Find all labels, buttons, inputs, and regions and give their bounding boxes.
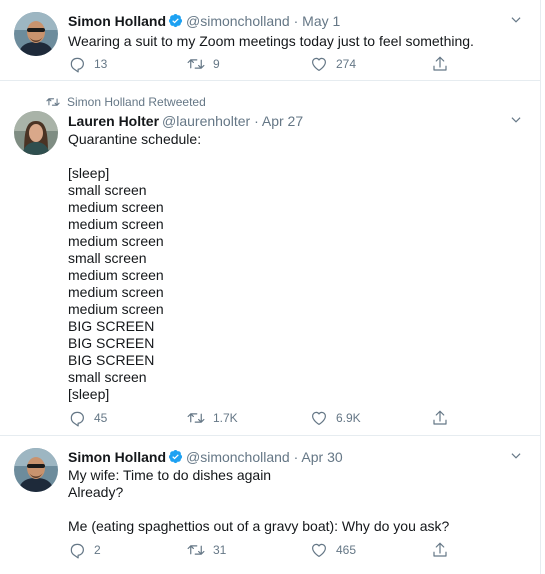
like-count: 6.9K [336, 411, 361, 425]
verified-badge-icon [168, 449, 183, 464]
tweet-actions: 45 1.7K 6.9K [68, 409, 468, 429]
chevron-down-icon[interactable] [509, 449, 523, 463]
tweet-actions: 13 9 274 [68, 55, 468, 75]
author-handle[interactable]: @laurenholter [162, 113, 250, 129]
reply-button[interactable]: 45 [68, 409, 107, 427]
tweet-actions: 2 31 465 [68, 541, 468, 561]
tweet[interactable]: Simon Holland Retweeted Lauren Holter @la… [0, 81, 541, 436]
chevron-down-icon[interactable] [509, 13, 523, 27]
like-count: 465 [336, 543, 357, 557]
author-name[interactable]: Lauren Holter [68, 113, 159, 129]
share-icon [433, 542, 447, 557]
retweet-count: 31 [213, 543, 227, 557]
reply-count: 45 [94, 411, 108, 425]
separator-dot: · [293, 449, 299, 465]
share-button[interactable] [431, 409, 449, 427]
verified-badge-icon [168, 13, 183, 28]
tweet-text: My wife: Time to do dishes again Already… [68, 467, 450, 534]
heart-icon [312, 411, 326, 425]
reply-button[interactable]: 13 [68, 55, 107, 73]
retweet-button[interactable]: 9 [187, 55, 220, 73]
author-handle[interactable]: @simoncholland [186, 13, 290, 29]
reply-count: 13 [94, 57, 108, 71]
avatar[interactable] [14, 12, 58, 56]
retweet-icon [187, 545, 205, 555]
tweet-text: Quarantine schedule: [sleep] small scree… [68, 131, 202, 402]
like-button[interactable]: 6.9K [310, 409, 361, 427]
like-button[interactable]: 274 [310, 55, 356, 73]
reply-icon [70, 57, 84, 73]
avatar[interactable] [14, 111, 58, 155]
tweet-header: Simon Holland @simoncholland · Apr 30 [68, 448, 343, 466]
author-name[interactable]: Simon Holland [68, 449, 166, 465]
heart-icon [312, 57, 326, 71]
retweet-button[interactable]: 31 [187, 541, 226, 559]
retweet-icon [187, 413, 205, 423]
like-button[interactable]: 465 [310, 541, 356, 559]
share-icon [433, 410, 447, 425]
reply-icon [70, 543, 84, 559]
retweet-context: Simon Holland Retweeted [46, 95, 206, 109]
retweet-icon [46, 98, 60, 106]
timeline: Simon Holland @simoncholland · May 1 Wear… [0, 0, 541, 574]
tweet[interactable]: Simon Holland @simoncholland · May 1 Wear… [0, 0, 541, 81]
reply-icon [70, 411, 84, 427]
tweet-date[interactable]: Apr 30 [301, 449, 342, 465]
avatar[interactable] [14, 448, 58, 492]
heart-icon [312, 543, 326, 557]
like-count: 274 [336, 57, 357, 71]
reply-button[interactable]: 2 [68, 541, 101, 559]
tweet-header: Lauren Holter @laurenholter · Apr 27 [68, 112, 303, 130]
reply-count: 2 [94, 543, 101, 557]
retweet-button[interactable]: 1.7K [187, 409, 238, 427]
retweeted-by-label[interactable]: Simon Holland Retweeted [67, 95, 206, 109]
author-name[interactable]: Simon Holland [68, 13, 166, 29]
separator-dot: · [293, 13, 299, 29]
share-icon [433, 56, 447, 71]
tweet-header: Simon Holland @simoncholland · May 1 [68, 12, 340, 30]
tweet-date[interactable]: Apr 27 [262, 113, 303, 129]
retweet-icon [187, 59, 205, 69]
chevron-down-icon[interactable] [509, 113, 523, 127]
share-button[interactable] [431, 541, 449, 559]
separator-dot: · [254, 113, 259, 129]
tweet-text: Wearing a suit to my Zoom meetings today… [68, 33, 474, 49]
tweet-date[interactable]: May 1 [302, 13, 340, 29]
tweet[interactable]: Simon Holland @simoncholland · Apr 30 My … [0, 436, 541, 574]
retweet-count: 1.7K [213, 411, 238, 425]
share-button[interactable] [431, 55, 449, 73]
author-handle[interactable]: @simoncholland [186, 449, 290, 465]
retweet-count: 9 [213, 57, 220, 71]
